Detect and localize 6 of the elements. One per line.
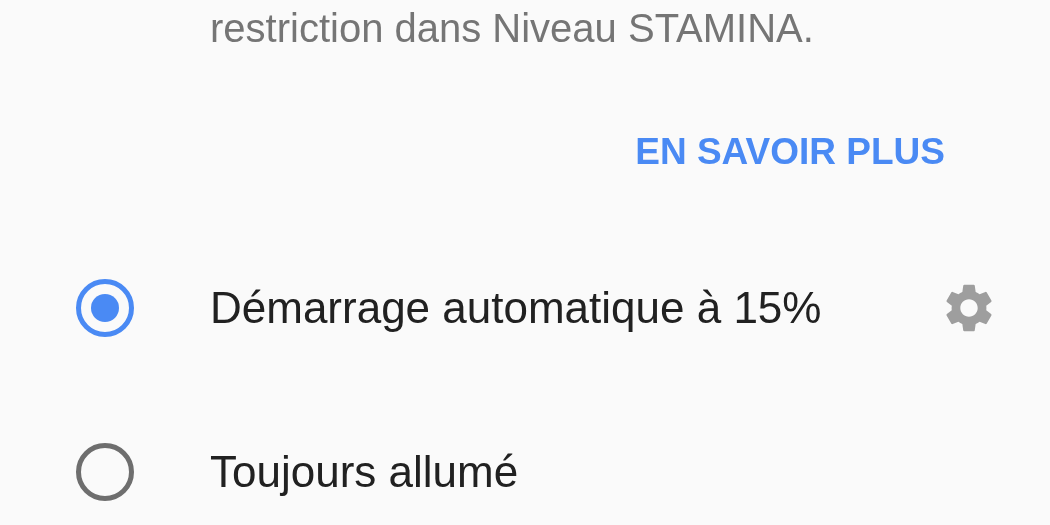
description-text: restriction dans Niveau STAMINA. [210, 6, 814, 50]
option-label: Démarrage automatique à 15% [210, 282, 822, 334]
radio-button[interactable] [76, 443, 134, 501]
radio-button[interactable] [76, 279, 134, 337]
learn-more-link[interactable]: EN SAVOIR PLUS [635, 132, 945, 172]
option-label: Toujours allumé [210, 446, 519, 498]
